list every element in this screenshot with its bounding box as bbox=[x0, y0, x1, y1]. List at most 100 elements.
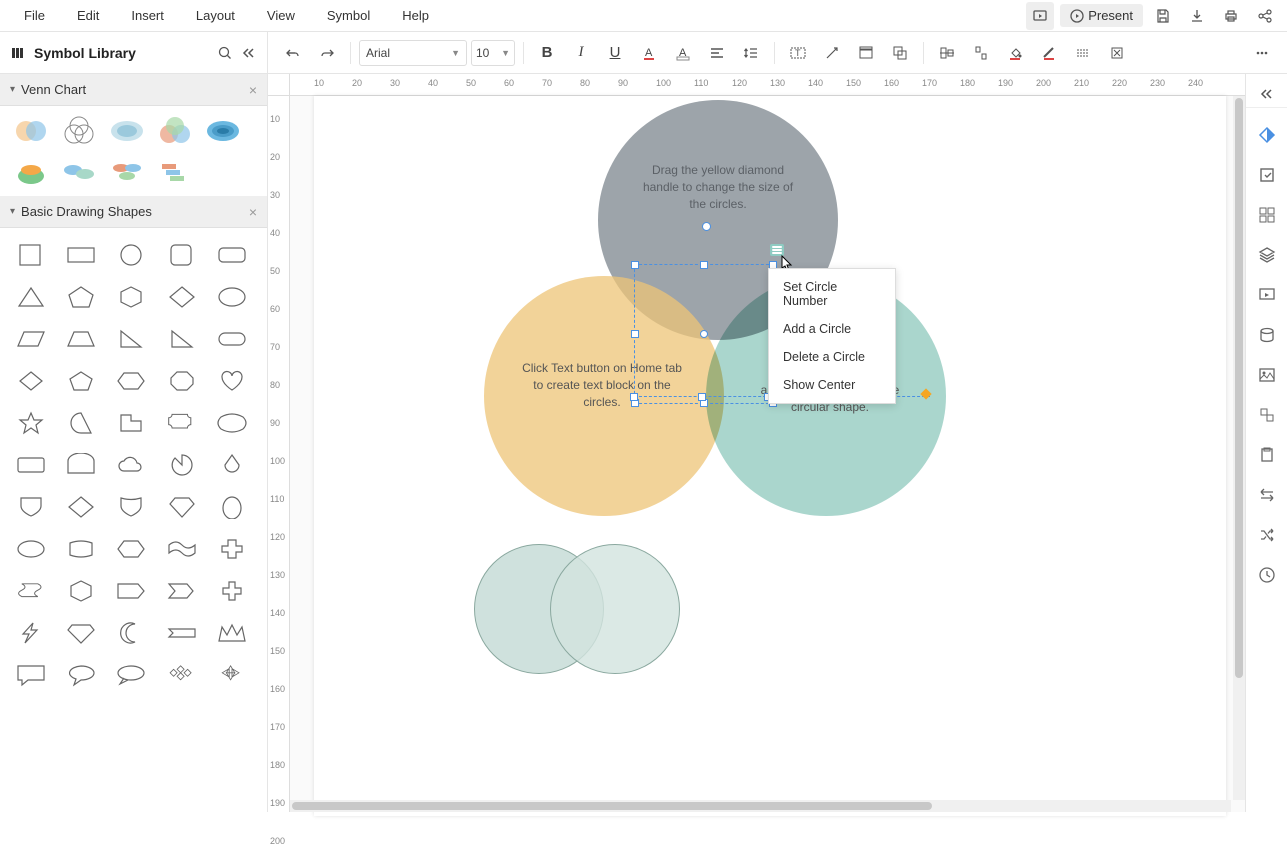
distribute-icon[interactable] bbox=[966, 38, 996, 68]
venn-shape[interactable] bbox=[12, 156, 50, 186]
shape-blob[interactable] bbox=[14, 534, 48, 564]
shape-square[interactable] bbox=[14, 240, 48, 270]
comment-panel-icon[interactable] bbox=[1254, 402, 1280, 428]
ctx-add-circle[interactable]: Add a Circle bbox=[769, 315, 895, 343]
italic-icon[interactable]: I bbox=[566, 38, 596, 68]
shape-hex3[interactable] bbox=[64, 576, 98, 606]
venn-shape[interactable] bbox=[156, 116, 194, 146]
shape-drop[interactable] bbox=[64, 408, 98, 438]
venn-shape[interactable] bbox=[156, 156, 194, 186]
shape-moon[interactable] bbox=[114, 618, 148, 648]
shape-circle[interactable] bbox=[114, 240, 148, 270]
collapse-left-icon[interactable] bbox=[241, 45, 257, 61]
undo-icon[interactable] bbox=[278, 38, 308, 68]
shape-octagon[interactable] bbox=[165, 366, 199, 396]
grid-panel-icon[interactable] bbox=[1254, 202, 1280, 228]
scrollbar-thumb[interactable] bbox=[292, 802, 932, 810]
shape-bolt[interactable] bbox=[14, 618, 48, 648]
font-size-select[interactable]: 10▼ bbox=[471, 40, 515, 66]
shape-wave2[interactable] bbox=[14, 576, 48, 606]
shape-gem2[interactable] bbox=[64, 618, 98, 648]
shape-4tri[interactable] bbox=[215, 660, 249, 690]
shape-crown[interactable] bbox=[215, 618, 249, 648]
venn-shape[interactable] bbox=[60, 156, 98, 186]
close-icon[interactable]: × bbox=[249, 82, 257, 98]
image-panel-icon[interactable] bbox=[1254, 362, 1280, 388]
shape-arch[interactable] bbox=[64, 450, 98, 480]
venn-shape[interactable] bbox=[108, 156, 146, 186]
circle-text-gray[interactable]: Drag the yellow diamond handle to change… bbox=[638, 162, 798, 212]
shape-hex2[interactable] bbox=[114, 534, 148, 564]
shape-diamond3[interactable] bbox=[64, 492, 98, 522]
shape-pie[interactable] bbox=[165, 450, 199, 480]
shuffle-panel-icon[interactable] bbox=[1254, 522, 1280, 548]
align-objects-icon[interactable] bbox=[932, 38, 962, 68]
shape-speech-oval[interactable] bbox=[114, 660, 148, 690]
resize-handle[interactable] bbox=[700, 261, 708, 269]
redo-icon[interactable] bbox=[312, 38, 342, 68]
fill-icon[interactable] bbox=[1000, 38, 1030, 68]
font-select[interactable]: Arial▼ bbox=[359, 40, 467, 66]
highlight-icon[interactable]: A bbox=[668, 38, 698, 68]
shape-rounded-square[interactable] bbox=[165, 240, 199, 270]
shape-cross[interactable] bbox=[215, 534, 249, 564]
venn-shape[interactable] bbox=[204, 116, 242, 146]
shape-triangle[interactable] bbox=[14, 282, 48, 312]
section-venn-header[interactable]: ▾ Venn Chart × bbox=[0, 74, 267, 106]
layers-panel-icon[interactable] bbox=[1254, 242, 1280, 268]
shape-frame[interactable] bbox=[64, 534, 98, 564]
ctx-set-circle-number[interactable]: Set Circle Number bbox=[769, 273, 895, 315]
save-icon[interactable] bbox=[1149, 2, 1177, 30]
text-box-icon[interactable]: T bbox=[783, 38, 813, 68]
download-icon[interactable] bbox=[1183, 2, 1211, 30]
shape-banner[interactable] bbox=[165, 618, 199, 648]
venn-shape[interactable] bbox=[108, 116, 146, 146]
shape-4diamond[interactable] bbox=[165, 660, 199, 690]
align-icon[interactable] bbox=[702, 38, 732, 68]
shape-rounded-rect[interactable] bbox=[215, 240, 249, 270]
menu-file[interactable]: File bbox=[8, 2, 61, 29]
more-icon[interactable] bbox=[1247, 38, 1277, 68]
shape-star[interactable] bbox=[14, 408, 48, 438]
rotation-handle[interactable] bbox=[702, 222, 711, 231]
menu-view[interactable]: View bbox=[251, 2, 311, 29]
search-icon[interactable] bbox=[217, 45, 233, 61]
share-icon[interactable] bbox=[1251, 2, 1279, 30]
menu-help[interactable]: Help bbox=[386, 2, 445, 29]
print-icon[interactable] bbox=[1217, 2, 1245, 30]
close-icon[interactable]: × bbox=[249, 204, 257, 220]
shape-heart[interactable] bbox=[215, 366, 249, 396]
center-handle[interactable] bbox=[700, 330, 708, 338]
slideshow-icon[interactable] bbox=[1026, 2, 1054, 30]
arrange-panel-icon[interactable] bbox=[1254, 482, 1280, 508]
clipboard-panel-icon[interactable] bbox=[1254, 442, 1280, 468]
shape-shield2[interactable] bbox=[114, 492, 148, 522]
shape-hexagon[interactable] bbox=[114, 366, 148, 396]
shape-hexagon-v[interactable] bbox=[114, 282, 148, 312]
line-spacing-icon[interactable] bbox=[736, 38, 766, 68]
menu-symbol[interactable]: Symbol bbox=[311, 2, 386, 29]
shape-diamond2[interactable] bbox=[14, 366, 48, 396]
underline-icon[interactable]: U bbox=[600, 38, 630, 68]
shape-right-triangle2[interactable] bbox=[165, 324, 199, 354]
shape-pentagon[interactable] bbox=[64, 282, 98, 312]
menu-layout[interactable]: Layout bbox=[180, 2, 251, 29]
shape-cloud[interactable] bbox=[114, 450, 148, 480]
shape-plaque[interactable] bbox=[165, 408, 199, 438]
export-panel-icon[interactable] bbox=[1254, 162, 1280, 188]
shape-shield[interactable] bbox=[14, 492, 48, 522]
clear-format-icon[interactable] bbox=[1102, 38, 1132, 68]
scrollbar-thumb[interactable] bbox=[1235, 98, 1243, 678]
ctx-delete-circle[interactable]: Delete a Circle bbox=[769, 343, 895, 371]
shape-ellipse[interactable] bbox=[215, 282, 249, 312]
group-icon[interactable] bbox=[885, 38, 915, 68]
venn-small-circle-2[interactable] bbox=[550, 544, 680, 674]
section-basic-header[interactable]: ▾ Basic Drawing Shapes × bbox=[0, 196, 267, 228]
shape-right-triangle[interactable] bbox=[114, 324, 148, 354]
menu-insert[interactable]: Insert bbox=[115, 2, 180, 29]
present-button[interactable]: Present bbox=[1060, 4, 1143, 27]
connector-icon[interactable] bbox=[817, 38, 847, 68]
ctx-show-center[interactable]: Show Center bbox=[769, 371, 895, 399]
shape-diamond[interactable] bbox=[165, 282, 199, 312]
shape-wave[interactable] bbox=[165, 534, 199, 564]
